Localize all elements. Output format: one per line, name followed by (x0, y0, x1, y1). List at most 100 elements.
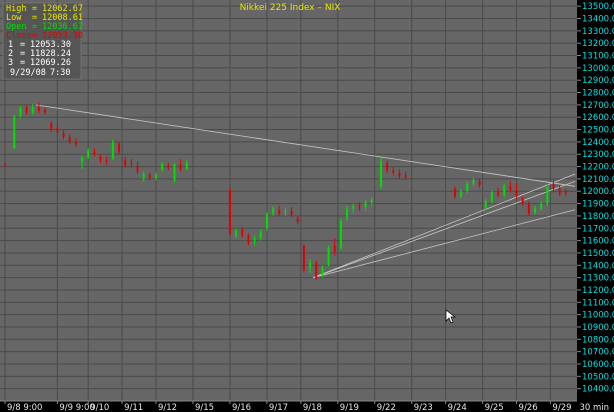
candle-body (327, 248, 330, 266)
candle-body (352, 206, 355, 209)
candle-body (136, 166, 139, 172)
candle-body (558, 188, 561, 194)
info-line3-eq: = (20, 58, 25, 68)
ytick-label-29: 13300.0 (582, 27, 614, 37)
ytick-label-2: 10600.0 (582, 360, 614, 370)
interval-label: 30 min (579, 403, 609, 412)
xtick-label-13: 9/25 (485, 403, 504, 412)
ytick-label-12: 11600.0 (582, 237, 614, 247)
ytick-label-23: 12700.0 (582, 101, 614, 111)
candle-body (490, 192, 493, 202)
xtick-label-6: 9/16 (232, 403, 251, 412)
candle-body (37, 107, 40, 112)
candle-body (364, 202, 367, 208)
info-line3-label: 3 (8, 58, 13, 68)
candle-body (379, 161, 382, 187)
candle-body (521, 198, 524, 204)
candle-body (241, 229, 244, 236)
candle-74 (546, 183, 549, 207)
candle-body (315, 262, 318, 278)
candle-body (130, 162, 133, 165)
candle-body (173, 164, 176, 181)
candle-body (497, 192, 500, 195)
candle-body (161, 164, 164, 171)
candle-body (386, 162, 389, 171)
candle-body (302, 245, 305, 271)
candle-body (50, 123, 53, 130)
candle-1 (13, 114, 16, 150)
candle-body (284, 210, 287, 213)
candle-body (472, 180, 475, 184)
ytick-label-20: 12400.0 (582, 138, 614, 148)
candle-body (87, 150, 90, 157)
candle-body (31, 107, 34, 113)
candle-body (19, 108, 22, 116)
ytick-label-17: 12100.0 (582, 175, 614, 185)
candle-body (148, 175, 151, 178)
candle-body (398, 172, 401, 177)
chart-title: Nikkei 225 Index – NIX (240, 3, 341, 13)
info-box: High = 12062.67 Low = 12008.61 Open = 12… (2, 2, 83, 80)
candle-body (309, 262, 312, 268)
xtick-label-7: 9/17 (269, 403, 288, 412)
candle-body (179, 164, 182, 170)
xtick-label-15: 9/29 (552, 403, 571, 412)
candle-body (25, 107, 28, 113)
candle-body (478, 181, 481, 186)
xtick-label-3: 9/11 (124, 403, 143, 412)
candle-body (228, 190, 231, 234)
ytick-label-0: 10400.0 (582, 385, 614, 395)
candle-30 (228, 187, 231, 236)
ytick-label-26: 13000.0 (582, 64, 614, 74)
candle-body (44, 109, 47, 113)
ytick-label-27: 13100.0 (582, 52, 614, 62)
candle-body (118, 144, 121, 152)
candle-36 (265, 212, 268, 231)
ytick-label-9: 11300.0 (582, 274, 614, 284)
candle-body (56, 128, 59, 133)
candle-body (167, 166, 170, 168)
ytick-label-15: 11900.0 (582, 200, 614, 210)
ytick-label-6: 11000.0 (582, 311, 614, 321)
ytick-label-18: 12200.0 (582, 163, 614, 173)
candle-body (333, 245, 336, 252)
ytick-label-11: 11500.0 (582, 249, 614, 259)
ytick-label-25: 12900.0 (582, 76, 614, 86)
candle-body (453, 188, 456, 197)
xtick-label-10: 9/22 (377, 403, 396, 412)
xtick-label-2: 9/10 (90, 403, 109, 412)
xtick-label-8: 9/18 (303, 403, 322, 412)
candle-body (460, 191, 463, 197)
ytick-label-19: 12300.0 (582, 150, 614, 160)
candle-body (404, 175, 407, 178)
candle-body (259, 231, 262, 239)
xtick-label-5: 9/15 (195, 403, 214, 412)
candle-44 (315, 260, 318, 281)
xtick-label-9: 9/19 (340, 403, 359, 412)
candle-body (527, 203, 530, 214)
candle-body (235, 230, 238, 236)
candle-body (4, 164, 6, 166)
candle-body (321, 267, 324, 276)
ytick-label-3: 10700.0 (582, 348, 614, 358)
ytick-label-10: 11400.0 (582, 261, 614, 271)
ytick-label-1: 10500.0 (582, 372, 614, 382)
candle-body (503, 186, 506, 195)
nikkei-chart: 10400.0 10500.0 10600.0 10700.0 10800.0 10900… (0, 0, 614, 412)
candle-body (105, 160, 108, 162)
candle-body (509, 186, 512, 191)
candle-42 (302, 244, 305, 273)
candle-body (93, 151, 96, 155)
candle-body (81, 157, 84, 162)
info-date: 9/29/08 (10, 68, 46, 78)
candle-body (564, 191, 567, 193)
candle-body (68, 136, 71, 142)
plot-area[interactable] (0, 0, 577, 401)
candle-body (154, 175, 157, 178)
candle-17 (111, 139, 114, 161)
xtick-label-12: 9/24 (448, 403, 467, 412)
xtick-label-14: 9/26 (519, 403, 538, 412)
candle-body (247, 235, 250, 244)
ytick-label-7: 11100.0 (582, 298, 614, 308)
candle-body (13, 115, 16, 149)
